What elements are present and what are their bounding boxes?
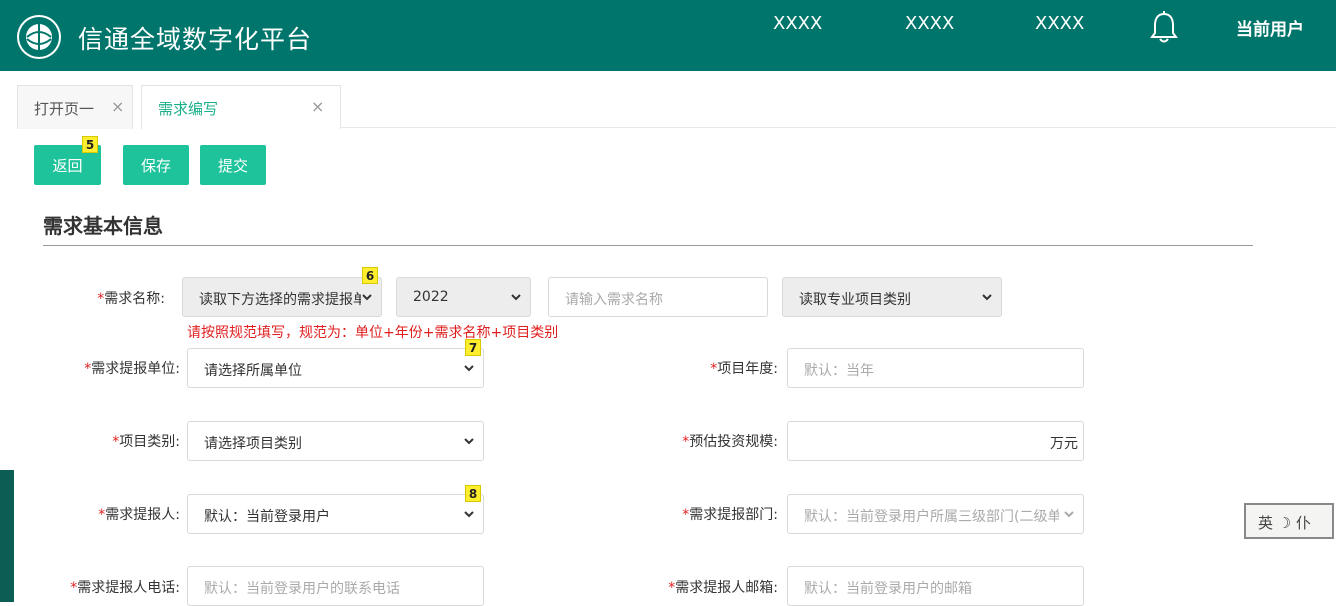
naming-hint: 请按照规范填写，规范为：单位+年份+需求名称+项目类别 [187,325,559,341]
demand-name-label: *需求名称: [97,291,165,307]
annotation-badge: 7 [465,339,481,356]
tabs-divider [340,127,1336,128]
reporter-dept-select[interactable]: 默认：当前登录用户所属三级部门(二级单位) [787,494,1084,534]
chevron-down-icon [1064,511,1074,518]
tab-label: 打开页一 [34,100,95,118]
chevron-down-icon [464,365,474,372]
reporter-select[interactable]: 默认：当前登录用户 [187,494,484,534]
section-title: 需求基本信息 [43,214,163,238]
ime-status: 英 ☽ 仆 [1258,514,1311,532]
save-button[interactable]: 保存 [123,145,189,185]
chevron-down-icon [464,438,474,445]
close-icon[interactable]: × [111,97,124,116]
side-widget[interactable] [0,470,14,602]
annotation-badge: 6 [362,267,378,284]
chevron-down-icon [362,294,372,301]
reporter-dept-label: *需求提报部门: [682,507,778,523]
reporter-email-label: *需求提报人邮箱: [668,580,778,596]
close-icon[interactable]: × [311,97,324,116]
bell-icon[interactable] [1148,10,1180,46]
nav-item-2[interactable]: XXXX [905,13,954,34]
reporter-phone-input[interactable]: 默认：当前登录用户的联系电话 [187,566,484,606]
report-unit-label: *需求提报单位: [84,361,180,377]
project-category-select[interactable]: 请选择项目类别 [187,421,484,461]
demand-name-input[interactable]: 请输入需求名称 [548,277,768,317]
invest-scale-label: *预估投资规模: [682,434,778,450]
reporter-phone-label: *需求提报人电话: [70,580,180,596]
logo-icon [17,15,61,59]
submit-button[interactable]: 提交 [200,145,266,185]
nav-item-3[interactable]: XXXX [1035,13,1084,34]
annotation-badge: 8 [465,485,481,502]
chevron-down-icon [982,294,992,301]
app-title: 信通全域数字化平台 [78,25,313,54]
nav-item-1[interactable]: XXXX [773,13,822,34]
chevron-down-icon [511,294,521,301]
year-select[interactable]: 2022 [396,277,531,317]
current-user[interactable]: 当前用户 [1236,15,1304,40]
ime-toolbar[interactable]: 英 ☽ 仆 [1244,503,1334,539]
project-year-input[interactable]: 默认：当年 [787,348,1084,388]
demand-unit-select[interactable]: 读取下方选择的需求提报单位 [182,277,382,317]
section-divider [43,245,1253,246]
top-header: 信通全域数字化平台 XXXX XXXX XXXX 当前用户 [0,0,1336,71]
report-unit-select[interactable]: 请选择所属单位 [187,348,484,388]
reporter-email-input[interactable]: 默认：当前登录用户的邮箱 [787,566,1084,606]
category-select[interactable]: 读取专业项目类别 [782,277,1002,317]
unit-label: 万元 [1050,436,1078,452]
tab-open-page[interactable]: 打开页一 × [17,85,133,129]
reporter-label: *需求提报人: [98,507,180,523]
tab-bar: 打开页一 × 需求编写 × [0,71,1336,129]
tab-label: 需求编写 [158,100,219,118]
annotation-badge: 5 [82,136,98,153]
project-year-label: *项目年度: [710,361,778,377]
tab-demand-edit[interactable]: 需求编写 × [141,85,341,129]
invest-scale-input[interactable]: 万元 [787,421,1084,461]
project-category-label: *项目类别: [112,434,180,450]
chevron-down-icon [464,511,474,518]
